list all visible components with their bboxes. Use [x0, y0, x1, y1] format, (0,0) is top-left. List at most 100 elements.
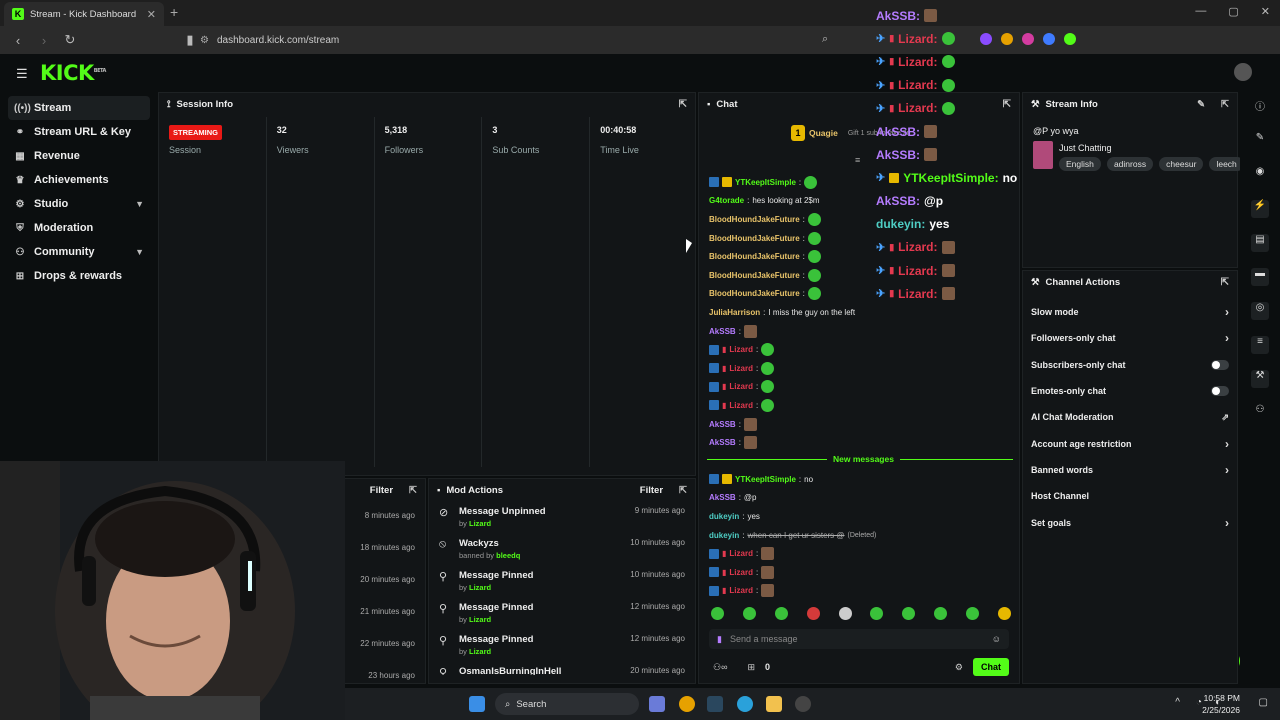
sidebar-item-studio[interactable]: ⚙ Studio ▼ [8, 192, 150, 216]
chat-message[interactable]: ▮ Lizard: [709, 396, 1009, 415]
chat-username[interactable]: dukeyin [709, 512, 739, 521]
chat-username[interactable]: Lizard [729, 345, 753, 354]
list-icon[interactable]: ≡ [1251, 336, 1269, 354]
chat-username[interactable]: dukeyin [709, 531, 739, 540]
profile-avatar[interactable] [1234, 63, 1252, 81]
emote-icon[interactable] [838, 607, 852, 620]
chat-message[interactable]: AkSSB: @p [709, 489, 1009, 508]
chat-message-deleted[interactable]: dukeyin: when can I get ur sisters @ (Dele… [709, 526, 1009, 545]
chat-username[interactable]: Lizard [729, 568, 753, 577]
chat-username[interactable]: AkSSB [709, 438, 736, 447]
menu-icon[interactable]: ☰ [16, 66, 28, 82]
sidebar-item-moderation[interactable]: ⛨ Moderation [8, 216, 150, 240]
emote-icon[interactable] [934, 607, 948, 620]
minimize-button[interactable]: — [1195, 5, 1206, 18]
ai-moderation-item[interactable]: AI Chat Moderation ⇗ [1023, 404, 1237, 430]
chat-username[interactable]: JuliaHarrison [709, 308, 760, 317]
chat-message[interactable]: AkSSB: [709, 433, 1009, 452]
sidebar-item-revenue[interactable]: ▦ Revenue [8, 144, 150, 168]
popout-icon[interactable]: ⇱ [679, 485, 687, 496]
wifi-icon[interactable]: ◔ [1196, 697, 1202, 708]
popout-icon[interactable]: ⇱ [1221, 277, 1229, 288]
popout-icon[interactable]: ⇱ [1221, 99, 1229, 110]
forward-icon[interactable]: › [36, 33, 52, 48]
url-field[interactable]: ⚙ dashboard.kick.com/stream [200, 31, 840, 49]
chat-message[interactable]: ▮ Lizard: [709, 378, 1009, 397]
chat-username[interactable]: Lizard [729, 401, 753, 410]
wrench-icon[interactable]: ⚒ [1251, 370, 1269, 388]
chat-username[interactable]: Lizard [729, 382, 753, 391]
chat-username[interactable]: BloodHoundJakeFuture [709, 271, 800, 280]
chat-message[interactable]: ▮ Lizard: [709, 359, 1009, 378]
app-icon[interactable] [679, 696, 695, 712]
notification-icon[interactable]: ▢ [1259, 697, 1268, 708]
set-goals-item[interactable]: Set goals › [1023, 509, 1237, 535]
subscribers-only-item[interactable]: Subscribers-only chat [1023, 352, 1237, 378]
chat-input[interactable]: ▮ Send a message ☺ [709, 629, 1009, 649]
chat-message[interactable]: ▮ Lizard: [709, 582, 1009, 601]
emoji-picker-icon[interactable]: ☺ [992, 634, 1001, 644]
site-info-icon[interactable]: ⚙ [200, 35, 209, 46]
camera-icon[interactable]: ◉ [1251, 166, 1269, 184]
slow-mode-item[interactable]: Slow mode › [1023, 299, 1237, 325]
mod-action-row[interactable]: ⚲ Message Pinned by Lizard 12 minutes ago [429, 629, 695, 661]
chat-message[interactable]: YTKeepItSimple: no [709, 470, 1009, 489]
chat-username[interactable]: G4torade [709, 196, 744, 205]
sidebar-item-community[interactable]: ⚇ Community ▼ [8, 240, 150, 264]
emote-icon[interactable] [870, 607, 884, 620]
chat-bubble-icon[interactable]: ▬ [1251, 268, 1269, 286]
microphone-icon[interactable]: ▮ [717, 634, 722, 645]
emote-icon[interactable] [966, 607, 979, 620]
lightning-icon[interactable]: ⚡ [1251, 200, 1269, 218]
chat-username[interactable]: AkSSB [709, 420, 736, 429]
app-icon[interactable] [649, 696, 665, 712]
subscribers-only-toggle[interactable] [1211, 359, 1229, 370]
sidebar-item-drops[interactable]: ⊞ Drops & rewards [8, 264, 150, 288]
emotes-only-toggle[interactable] [1211, 386, 1229, 397]
chat-username[interactable]: BloodHoundJakeFuture [709, 215, 800, 224]
tray-chevron-icon[interactable]: ^ [1175, 697, 1180, 708]
chat-username[interactable]: AkSSB [709, 493, 736, 502]
kick-logo[interactable]: KICKBETA [40, 61, 106, 85]
mod-action-row[interactable]: ⚲ Message Pinned by Lizard 10 minutes ago [429, 565, 695, 597]
chat-message[interactable]: ▮ Lizard: [709, 544, 1009, 563]
taskbar-search[interactable]: ⌕ Search [495, 693, 639, 715]
edit-icon[interactable]: ✎ [1251, 132, 1269, 150]
emotes-only-item[interactable]: Emotes-only chat [1023, 378, 1237, 404]
bookmark-icon[interactable]: ▮ [182, 32, 198, 48]
filter-button[interactable]: Filter [640, 485, 663, 496]
sidebar-item-stream-url[interactable]: ⚭ Stream URL & Key [8, 120, 150, 144]
mod-action-row[interactable]: ⚲ Message Pinned by Lizard 12 minutes ago [429, 597, 695, 629]
send-chat-button[interactable]: Chat [973, 658, 1009, 676]
host-channel-item[interactable]: Host Channel [1023, 483, 1237, 509]
back-icon[interactable]: ‹ [10, 33, 26, 48]
popout-icon[interactable]: ⇱ [409, 485, 417, 496]
followers-only-item[interactable]: Followers-only chat › [1023, 325, 1237, 351]
maximize-button[interactable]: ▢ [1228, 5, 1238, 18]
sidebar-item-achievements[interactable]: ♛ Achievements [8, 168, 150, 192]
emote-icon[interactable] [806, 607, 820, 620]
chat-username[interactable]: YTKeepItSimple [735, 178, 796, 187]
windows-start-icon[interactable] [469, 696, 485, 712]
emote-icon[interactable] [902, 607, 916, 620]
chat-username[interactable]: YTKeepItSimple [735, 475, 796, 484]
new-tab-button[interactable]: + [170, 4, 178, 20]
extension-icon[interactable] [1064, 33, 1076, 45]
account-age-item[interactable]: Account age restriction › [1023, 430, 1237, 456]
filter-button[interactable]: Filter [370, 485, 393, 496]
mod-action-row[interactable]: ⊘ Message Unpinned by Lizard 9 minutes ag… [429, 501, 695, 533]
chat-username[interactable]: AkSSB [709, 327, 736, 336]
emote-icon[interactable] [711, 607, 724, 620]
telegram-icon[interactable] [737, 696, 753, 712]
chat-username[interactable]: Lizard [729, 549, 753, 558]
mod-action-row[interactable]: ⚲ OsmanIsBurningInHell 20 minutes ago [429, 661, 695, 675]
document-icon[interactable]: ▤ [1251, 234, 1269, 252]
chat-username[interactable]: BloodHoundJakeFuture [709, 252, 800, 261]
info-icon[interactable]: ⓘ [1251, 98, 1269, 116]
emote-icon[interactable] [997, 607, 1011, 620]
people-icon[interactable]: ⚇ [1251, 404, 1269, 422]
chat-username[interactable]: Lizard [729, 364, 753, 373]
reload-icon[interactable]: ↻ [62, 32, 78, 48]
emote-icon[interactable] [774, 607, 788, 620]
folder-icon[interactable] [766, 696, 782, 712]
